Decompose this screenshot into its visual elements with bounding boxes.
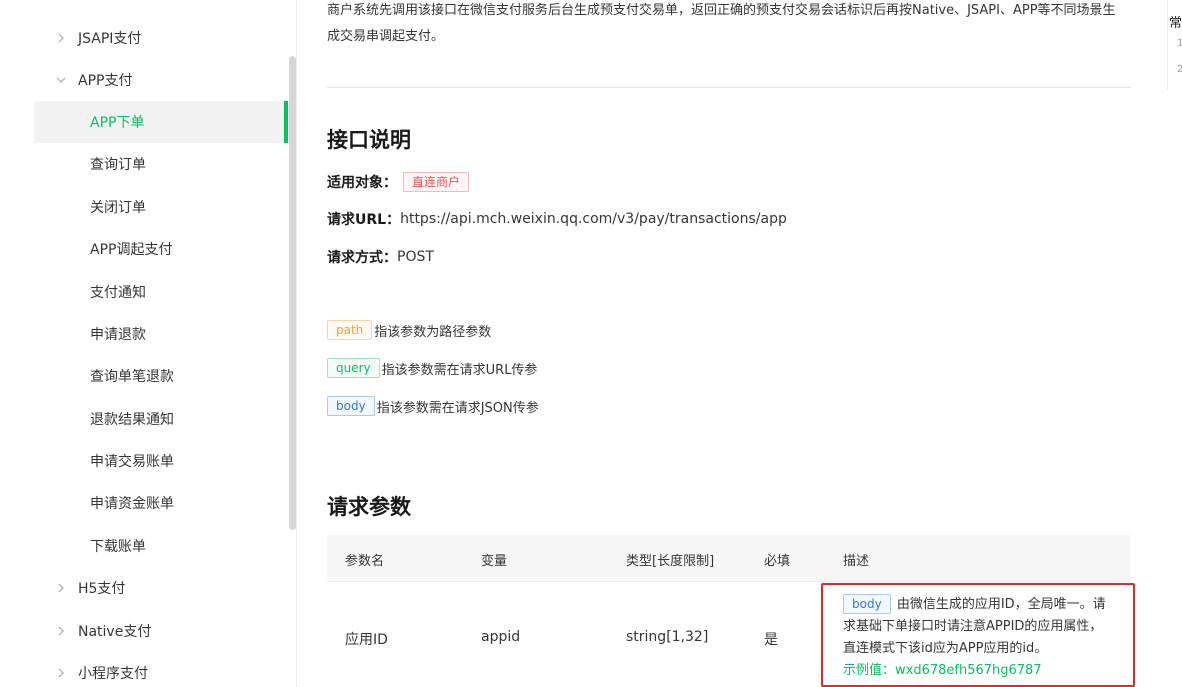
legend-text: 指该参数需在请求URL传参 bbox=[381, 362, 538, 378]
sidebar-item-app-order[interactable]: APP下单 bbox=[34, 101, 288, 143]
param-required-cell: 是 bbox=[764, 632, 778, 648]
api-section-title: 接口说明 bbox=[327, 128, 411, 152]
sidebar-item-fund-bill[interactable]: 申请资金账单 bbox=[0, 482, 288, 524]
sidebar-item-query-order[interactable]: 查询订单 bbox=[0, 143, 288, 185]
sidebar-item-label: APP支付 bbox=[78, 73, 133, 89]
request-url-row: 请求URL： https://api.mch.weixin.qq.com/v3/… bbox=[327, 209, 787, 229]
sidebar-item-trade-bill[interactable]: 申请交易账单 bbox=[0, 440, 288, 482]
table-row-divider bbox=[327, 581, 1131, 582]
sidebar-item-label: 关闭订单 bbox=[90, 200, 146, 216]
applicable-tag: 直连商户 bbox=[403, 172, 470, 192]
column-header-type: 类型[长度限制] bbox=[626, 554, 715, 569]
request-method-row: 请求方式： POST bbox=[327, 247, 434, 267]
chevron-down-icon bbox=[55, 74, 67, 86]
sidebar-item-label: 退款结果通知 bbox=[90, 412, 174, 428]
right-toc-panel: 常 1 2 bbox=[1157, 0, 1182, 687]
chevron-right-icon bbox=[55, 582, 67, 594]
params-table-header: 参数名 变量 类型[长度限制] 必填 描述 bbox=[327, 535, 1131, 581]
sidebar-item-app-invoke-pay[interactable]: APP调起支付 bbox=[0, 228, 288, 270]
sidebar-item-app-pay[interactable]: APP支付 bbox=[0, 59, 288, 101]
param-variable-cell: appid bbox=[481, 629, 521, 645]
sidebar-item-label: 申请退款 bbox=[90, 327, 146, 343]
applicable-row: 适用对象： 直连商户 bbox=[327, 172, 470, 192]
legend-body-row: body 指该参数需在请求JSON传参 bbox=[327, 396, 539, 416]
chevron-right-icon bbox=[55, 32, 67, 44]
request-method-label: 请求方式： bbox=[327, 250, 397, 266]
sidebar-scrollbar[interactable] bbox=[289, 56, 296, 530]
legend-text: 指该参数为路径参数 bbox=[374, 324, 492, 340]
sidebar-item-label: H5支付 bbox=[78, 581, 126, 597]
sidebar-item-jsapi-pay[interactable]: JSAPI支付 bbox=[0, 17, 288, 59]
param-type-cell: string[1,32] bbox=[626, 629, 709, 645]
sidebar-item-label: 支付通知 bbox=[90, 285, 146, 301]
toc-item-number[interactable]: 2 bbox=[1177, 64, 1182, 75]
body-tag: body bbox=[327, 396, 375, 416]
sidebar-item-label: 申请资金账单 bbox=[90, 496, 174, 512]
sidebar-item-label: 查询订单 bbox=[90, 157, 146, 173]
sidebar-item-label: Native支付 bbox=[78, 624, 152, 640]
toc-divider bbox=[1167, 0, 1168, 90]
column-header-variable: 变量 bbox=[481, 554, 508, 569]
column-header-description: 描述 bbox=[843, 554, 870, 569]
doc-sidebar: JSAPI支付 APP支付 APP下单 查询订单 关闭订单 APP调起支付 支付… bbox=[0, 0, 296, 687]
toc-item-number[interactable]: 1 bbox=[1177, 38, 1182, 49]
column-header-name: 参数名 bbox=[345, 554, 385, 569]
sidebar-item-refund-notify[interactable]: 退款结果通知 bbox=[0, 398, 288, 440]
doc-content: 商户系统先调用该接口在微信支付服务后台生成预支付交易单，返回正确的预支付交易会话… bbox=[297, 0, 1157, 687]
sidebar-item-download-bill[interactable]: 下载账单 bbox=[0, 525, 288, 567]
request-url-value: https://api.mch.weixin.qq.com/v3/pay/tra… bbox=[400, 211, 787, 227]
highlight-annotation-box bbox=[821, 583, 1135, 687]
query-tag: query bbox=[327, 358, 380, 378]
section-divider bbox=[327, 87, 1131, 88]
legend-query-row: query 指该参数需在请求URL传参 bbox=[327, 358, 537, 378]
sidebar-item-label: APP下单 bbox=[90, 115, 145, 131]
sidebar-item-label: APP调起支付 bbox=[90, 242, 173, 258]
param-name-cell: 应用ID bbox=[345, 632, 388, 648]
sidebar-item-pay-notify[interactable]: 支付通知 bbox=[0, 271, 288, 313]
sidebar-item-label: 小程序支付 bbox=[78, 666, 148, 682]
params-section-title: 请求参数 bbox=[327, 495, 411, 519]
chevron-right-icon bbox=[55, 625, 67, 637]
sidebar-item-native-pay[interactable]: Native支付 bbox=[0, 610, 288, 652]
sidebar-item-label: 查询单笔退款 bbox=[90, 369, 174, 385]
sidebar-item-h5-pay[interactable]: H5支付 bbox=[0, 567, 288, 609]
request-method-value: POST bbox=[397, 249, 434, 265]
sidebar-item-refund[interactable]: 申请退款 bbox=[0, 313, 288, 355]
sidebar-item-label: 下载账单 bbox=[90, 539, 146, 555]
sidebar-item-miniprogram-pay[interactable]: 小程序支付 bbox=[0, 652, 288, 687]
intro-paragraph: 商户系统先调用该接口在微信支付服务后台生成预支付交易单，返回正确的预支付交易会话… bbox=[327, 3, 1116, 44]
sidebar-item-label: JSAPI支付 bbox=[78, 31, 142, 47]
legend-path-row: path 指该参数为路径参数 bbox=[327, 320, 491, 340]
toc-heading: 常 bbox=[1169, 16, 1182, 31]
sidebar-item-label: 申请交易账单 bbox=[90, 454, 174, 470]
request-url-label: 请求URL： bbox=[327, 212, 401, 228]
chevron-right-icon bbox=[55, 667, 67, 679]
column-header-required: 必填 bbox=[764, 554, 791, 569]
sidebar-item-close-order[interactable]: 关闭订单 bbox=[0, 186, 288, 228]
legend-text: 指该参数需在请求JSON传参 bbox=[376, 400, 539, 416]
path-tag: path bbox=[327, 320, 373, 340]
sidebar-item-query-refund[interactable]: 查询单笔退款 bbox=[0, 355, 288, 397]
applicable-label: 适用对象： bbox=[327, 175, 397, 191]
